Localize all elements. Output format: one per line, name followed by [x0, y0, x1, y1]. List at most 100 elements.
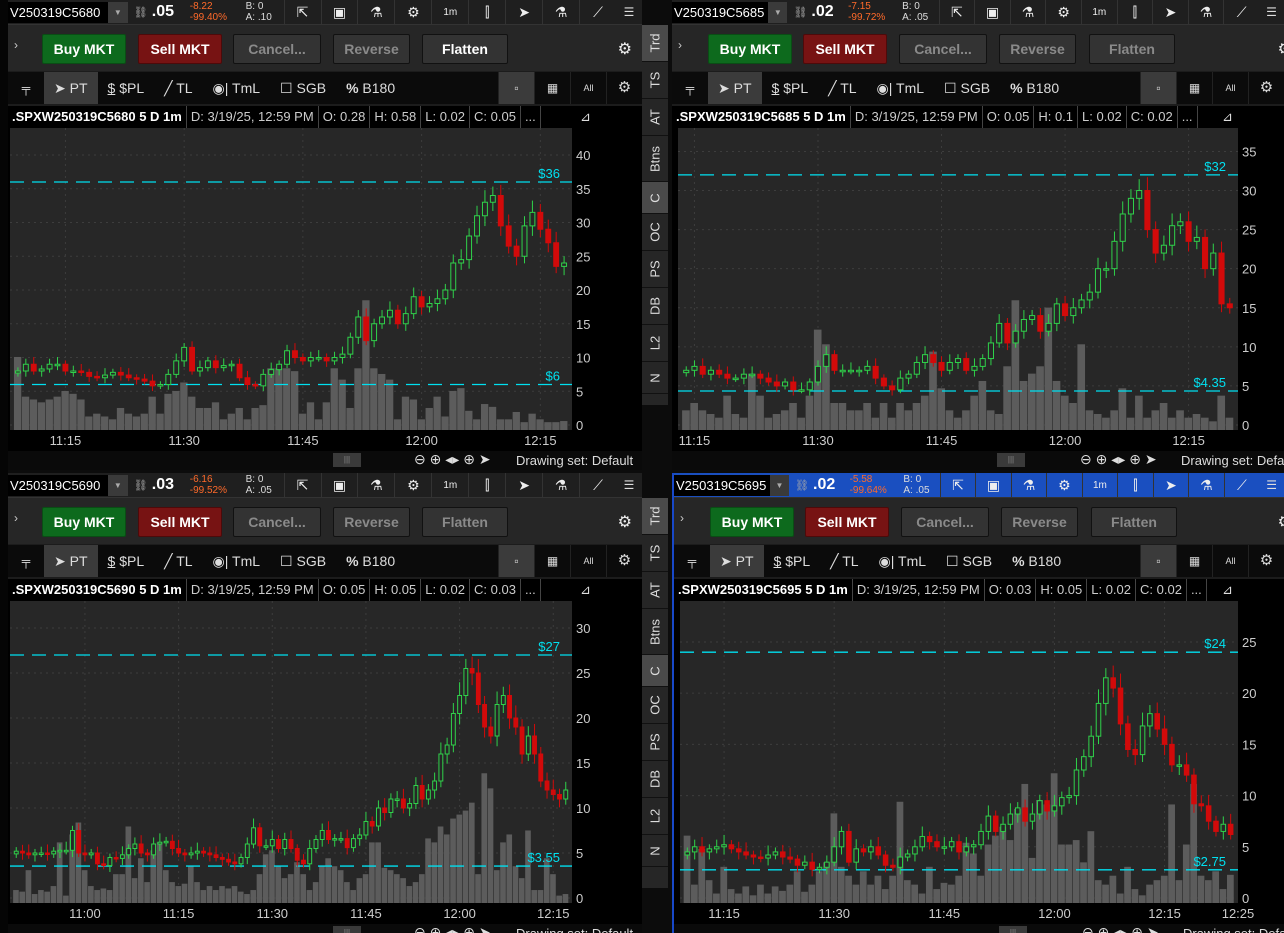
- chart-scrollbar[interactable]: ||| ⊖ ⊕ ◂▸ ⊕ ➤ Drawing set: Default: [8, 924, 642, 933]
- drawing-tools-icon[interactable]: ⟋: [1223, 0, 1259, 25]
- pan-icon[interactable]: ◂▸: [445, 451, 459, 467]
- tool-b180[interactable]: % B180: [1002, 545, 1071, 577]
- tool-tml[interactable]: ◉| TmL: [867, 72, 935, 104]
- side-tab-oc[interactable]: OC: [642, 687, 668, 724]
- gear-icon[interactable]: ⚙: [1045, 0, 1081, 25]
- gear-icon[interactable]: ⚙: [618, 512, 632, 532]
- tool-tl[interactable]: ╱ TL: [818, 72, 866, 104]
- tool-tl[interactable]: ╱ TL: [154, 545, 202, 577]
- scroll-thumb[interactable]: |||: [997, 453, 1025, 467]
- reverse-button[interactable]: Reverse: [333, 507, 410, 537]
- tool-tml[interactable]: ◉| TmL: [203, 72, 271, 104]
- crosshair-icon[interactable]: ⊕: [463, 451, 475, 467]
- drawing-tools-icon[interactable]: ⟋: [1223, 473, 1259, 498]
- menu-icon[interactable]: ☰: [616, 478, 642, 492]
- chevron-right-icon[interactable]: ›: [14, 511, 18, 525]
- reverse-button[interactable]: Reverse: [1001, 507, 1078, 537]
- reverse-button[interactable]: Reverse: [999, 34, 1076, 64]
- side-tab-trd[interactable]: Trd: [642, 25, 668, 62]
- sell-market-button[interactable]: Sell MKT: [803, 34, 887, 64]
- pan-icon[interactable]: ◂▸: [1111, 451, 1125, 467]
- tool-sgb[interactable]: ☐ SGB: [934, 72, 1000, 104]
- side-tab-n[interactable]: N: [642, 835, 668, 867]
- menu-icon[interactable]: ☰: [1259, 5, 1284, 19]
- share-icon[interactable]: ⇱: [938, 0, 975, 25]
- tool-b180[interactable]: % B180: [1000, 72, 1069, 104]
- tool-b180[interactable]: % B180: [336, 545, 405, 577]
- drawing-tools-icon[interactable]: ⟋: [579, 0, 616, 25]
- drawing-set-selector[interactable]: Drawing set: Default: [516, 926, 633, 933]
- calendar-alert-icon[interactable]: ▣: [320, 0, 358, 25]
- grid-layout-icon[interactable]: ▦: [534, 72, 570, 104]
- symbol-input[interactable]: V250319C5695: [674, 474, 770, 496]
- side-tab-ps[interactable]: PS: [642, 724, 668, 761]
- drawing-set-selector[interactable]: Drawing set: Default: [516, 453, 633, 468]
- candlestick-icon[interactable]: ⫿: [1117, 473, 1152, 498]
- crosshair-icon[interactable]: ⊕: [1131, 924, 1143, 933]
- side-tab-db[interactable]: DB: [642, 288, 668, 325]
- sell-market-button[interactable]: Sell MKT: [138, 34, 222, 64]
- interval-button[interactable]: 1m: [1081, 473, 1117, 498]
- grid-layout-icon[interactable]: ▦: [1176, 72, 1212, 104]
- all-button[interactable]: All: [1212, 72, 1248, 104]
- side-tab-c[interactable]: C: [642, 182, 668, 214]
- symbol-input[interactable]: V250319C5685: [672, 1, 769, 23]
- buy-market-button[interactable]: Buy MKT: [708, 34, 792, 64]
- tool-sgb[interactable]: ☐ SGB: [270, 72, 336, 104]
- cursor-icon[interactable]: ➤: [1152, 473, 1188, 498]
- gear-icon[interactable]: ⚙: [1248, 72, 1284, 104]
- tool-pl[interactable]: $ $PL: [762, 72, 819, 104]
- tool-pt[interactable]: ➤ PT: [44, 72, 98, 104]
- share-icon[interactable]: ⇱: [283, 473, 321, 498]
- all-button[interactable]: All: [1212, 545, 1248, 577]
- pan-icon[interactable]: ◂▸: [445, 924, 459, 933]
- cursor-icon[interactable]: ➤: [505, 473, 542, 498]
- studies-flask-icon[interactable]: ⚗: [1188, 473, 1223, 498]
- gear-icon[interactable]: ⚙: [606, 72, 642, 104]
- zoom-out-icon[interactable]: ⊖: [1082, 924, 1094, 933]
- symbol-dropdown-button[interactable]: ▼: [769, 474, 790, 496]
- flatten-button[interactable]: Flatten: [422, 34, 508, 64]
- sell-market-button[interactable]: Sell MKT: [805, 507, 889, 537]
- zoom-in-icon[interactable]: ⊕: [1096, 451, 1108, 467]
- gear-icon[interactable]: ⚙: [1278, 512, 1284, 532]
- crosshair-icon[interactable]: ⊕: [1129, 451, 1141, 467]
- interval-button[interactable]: 1m: [1080, 0, 1117, 25]
- cancel-button[interactable]: Cancel...: [233, 507, 321, 537]
- link-icon[interactable]: ⛓: [793, 6, 807, 19]
- side-tab-trd[interactable]: Trd: [642, 498, 668, 535]
- gear-icon[interactable]: ⚙: [394, 473, 431, 498]
- price-chart[interactable]: 0 5 10 15 20 25 30 35 $32 $4.35: [672, 128, 1284, 433]
- flask-icon[interactable]: ⚗: [1010, 473, 1046, 498]
- tool-b180[interactable]: % B180: [336, 72, 405, 104]
- side-tab-ts[interactable]: TS: [642, 62, 668, 99]
- side-tab-oc[interactable]: OC: [642, 214, 668, 251]
- tool-pt[interactable]: ➤ PT: [44, 545, 98, 577]
- tool-pt[interactable]: ➤ PT: [710, 545, 764, 577]
- symbol-dropdown-button[interactable]: ▼: [107, 474, 128, 496]
- side-tab-ps[interactable]: PS: [642, 251, 668, 288]
- auto-scale-icon[interactable]: ⊿: [1218, 106, 1284, 128]
- side-tab-at[interactable]: AT: [642, 99, 668, 136]
- all-button[interactable]: All: [570, 545, 606, 577]
- price-chart[interactable]: 0 5 10 15 20 25 30 $27 $3.55: [8, 601, 642, 906]
- single-layout-icon[interactable]: ▫: [1140, 72, 1176, 104]
- menu-icon[interactable]: ☰: [616, 5, 642, 19]
- cursor-icon[interactable]: ➤: [1147, 924, 1159, 933]
- flatten-button[interactable]: Flatten: [422, 507, 508, 537]
- calendar-alert-icon[interactable]: ▣: [975, 473, 1010, 498]
- flask-icon[interactable]: ⚗: [357, 0, 394, 25]
- symbol-input[interactable]: V250319C5690: [8, 474, 108, 496]
- symbol-input[interactable]: V250319C5680: [8, 1, 108, 23]
- sell-market-button[interactable]: Sell MKT: [138, 507, 222, 537]
- flask-icon[interactable]: ⚗: [357, 473, 394, 498]
- drawing-set-selector[interactable]: Drawing set: Default: [1183, 926, 1284, 933]
- cursor-icon[interactable]: ➤: [479, 451, 491, 467]
- all-button[interactable]: All: [570, 72, 606, 104]
- tool-tml[interactable]: ◉| TmL: [869, 545, 937, 577]
- cursor-icon[interactable]: ➤: [505, 0, 542, 25]
- flatten-button[interactable]: Flatten: [1089, 34, 1175, 64]
- gear-icon[interactable]: ⚙: [1278, 39, 1284, 59]
- symbol-dropdown-button[interactable]: ▼: [107, 1, 128, 23]
- single-layout-icon[interactable]: ▫: [498, 72, 534, 104]
